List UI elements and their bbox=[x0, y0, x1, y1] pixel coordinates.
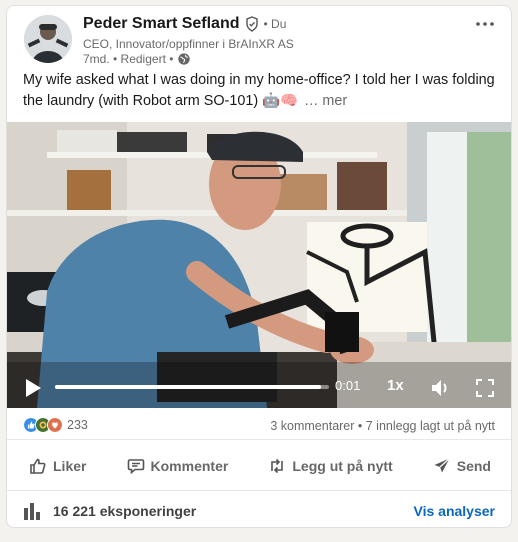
social-counts: 233 3 kommentarer • 7 innlegg lagt ut på… bbox=[7, 410, 511, 440]
video-progress-fill bbox=[55, 385, 321, 389]
post-text: My wife asked what I was doing in my hom… bbox=[23, 72, 495, 109]
reactions-summary[interactable]: 233 bbox=[23, 417, 88, 433]
send-icon bbox=[434, 458, 450, 473]
send-button[interactable]: Send bbox=[423, 446, 501, 486]
verified-icon bbox=[245, 16, 258, 32]
comment-button[interactable]: Kommenter bbox=[117, 446, 239, 486]
impressions-summary: 16 221 eksponeringer bbox=[23, 502, 196, 520]
playback-speed-button[interactable]: 1x bbox=[387, 377, 404, 394]
author-headline: CEO, Innovator/oppfinner i BrAInXR AS bbox=[83, 37, 294, 51]
send-label: Send bbox=[456, 458, 491, 474]
video-time: 0:01 bbox=[335, 378, 361, 393]
fullscreen-icon[interactable] bbox=[473, 376, 497, 400]
more-options-icon[interactable] bbox=[473, 12, 497, 36]
repost-icon bbox=[271, 458, 284, 474]
post-card: Peder Smart Sefland • Du CEO, Innovator/… bbox=[6, 5, 512, 528]
thumbs-up-icon bbox=[30, 458, 46, 474]
impressions-count: 16 221 eksponeringer bbox=[53, 503, 197, 519]
video-player[interactable]: 0:01 1x bbox=[7, 122, 511, 408]
post-body: My wife asked what I was doing in my hom… bbox=[23, 70, 503, 112]
post-actions: Liker Kommenter Legg ut på nytt Send bbox=[19, 446, 501, 486]
comment-label: Kommenter bbox=[150, 458, 229, 474]
author-avatar[interactable] bbox=[24, 15, 72, 63]
bar-chart-icon bbox=[24, 503, 40, 520]
post-header: Peder Smart Sefland • Du CEO, Innovator/… bbox=[7, 6, 511, 70]
see-more-link[interactable]: … mer bbox=[304, 93, 347, 109]
comments-reposts-count[interactable]: 3 kommentarer • 7 innlegg lagt ut på nyt… bbox=[270, 419, 495, 433]
like-button[interactable]: Liker bbox=[19, 446, 96, 486]
repost-label: Legg ut på nytt bbox=[292, 458, 393, 474]
globe-icon bbox=[178, 53, 191, 65]
love-reaction-icon bbox=[47, 417, 63, 433]
play-icon[interactable] bbox=[21, 376, 45, 400]
author-name[interactable]: Peder Smart Sefland bbox=[83, 15, 240, 33]
repost-button[interactable]: Legg ut på nytt bbox=[258, 446, 402, 486]
view-analytics-link[interactable]: Vis analyser bbox=[414, 503, 495, 519]
volume-icon[interactable] bbox=[429, 376, 453, 400]
video-progress-bar[interactable] bbox=[55, 385, 329, 389]
video-frame bbox=[7, 122, 511, 408]
post-time: 7md. • Redigert • bbox=[83, 52, 174, 66]
connection-degree: • Du bbox=[263, 17, 287, 31]
impressions-bar: 16 221 eksponeringer Vis analyser bbox=[7, 490, 511, 527]
comment-icon bbox=[127, 459, 144, 475]
like-label: Liker bbox=[53, 458, 87, 474]
reaction-count[interactable]: 233 bbox=[67, 418, 88, 432]
video-controls: 0:01 1x bbox=[7, 368, 511, 408]
